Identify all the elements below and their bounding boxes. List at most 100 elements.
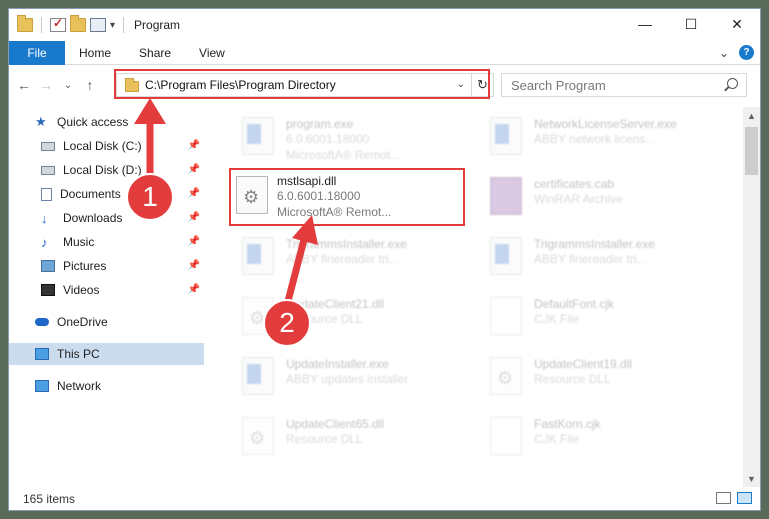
file-description: ABBY finereader tri... <box>286 252 399 266</box>
sidebar-item-local-disk-d[interactable]: Local Disk (D:) 📌 <box>9 159 204 181</box>
file-version: 6.0.6001.18000 <box>286 132 370 146</box>
maximize-button[interactable]: ☐ <box>668 9 714 39</box>
sidebar-item-label: Network <box>57 379 102 393</box>
file-description: Resource DLL <box>534 372 611 386</box>
onedrive-icon <box>35 318 49 326</box>
file-list: program.exe 6.0.6001.18000 MicrosoftA® R… <box>214 107 739 477</box>
file-name: program.exe <box>286 117 354 131</box>
file-description: MicrosoftA® Remot... <box>277 205 392 219</box>
up-button[interactable]: ↑ <box>79 77 101 93</box>
pin-icon[interactable]: 📌 <box>188 164 200 175</box>
pin-icon[interactable]: 📌 <box>188 212 200 223</box>
file-name: UpdateClient65.dll <box>286 417 385 431</box>
file-name: mstlsapi.dll <box>277 174 337 188</box>
address-highlight-box <box>114 69 490 99</box>
minimize-button[interactable]: — <box>622 9 668 39</box>
downloads-icon: ↓ <box>41 210 48 226</box>
documents-icon <box>41 187 52 201</box>
tab-share[interactable]: Share <box>125 46 185 60</box>
file-name: NetworkLicenseServer.exe <box>534 117 677 131</box>
file-name: UpdateInstaller.exe <box>286 357 389 371</box>
tab-file[interactable]: File <box>9 40 65 65</box>
file-name: DefaultFont.cjk <box>534 297 615 311</box>
step-2-badge: 2 <box>263 299 311 347</box>
file-item[interactable]: UpdateClient19.dll Resource DLL <box>472 353 712 409</box>
recent-locations-button[interactable]: ⌄ <box>57 80 79 91</box>
exe-file-icon <box>242 117 274 155</box>
sidebar-item-music[interactable]: ♪ Music 📌 <box>9 231 204 253</box>
status-bar: 165 items <box>9 488 760 510</box>
sidebar-item-label: Videos <box>63 283 100 297</box>
file-item[interactable]: DefaultFont.cjk CJK File <box>472 293 712 349</box>
sidebar-item-label: This PC <box>57 347 100 361</box>
file-item[interactable]: certificates.cab WinRAR Archive <box>472 173 712 229</box>
folder-icon[interactable] <box>17 15 33 32</box>
sidebar-item-onedrive[interactable]: OneDrive <box>9 311 204 333</box>
file-item[interactable]: program.exe 6.0.6001.18000 MicrosoftA® R… <box>224 113 464 169</box>
sidebar-item-label: Quick access <box>57 115 129 129</box>
new-folder-icon[interactable] <box>70 15 86 32</box>
this-pc-icon <box>35 348 49 360</box>
sidebar-item-videos[interactable]: Videos 📌 <box>9 279 204 301</box>
exe-file-icon <box>490 237 522 275</box>
file-item[interactable]: TrigrammsInstaller.exe ABBY finereader t… <box>472 233 712 289</box>
navigation-pane: ★ Quick access Local Disk (C:) 📌 Local D… <box>9 107 204 487</box>
properties-check-icon[interactable] <box>50 16 66 32</box>
pin-icon[interactable]: 📌 <box>188 236 200 247</box>
file-item[interactable]: UpdateClient21.dll Resource DLL <box>224 293 464 349</box>
file-item[interactable]: UpdateClient65.dll Resource DLL <box>224 413 464 469</box>
window-title: Program <box>134 18 181 32</box>
sidebar-item-this-pc[interactable]: This PC <box>9 343 204 365</box>
exe-file-icon <box>490 117 522 155</box>
search-placeholder: Search Program <box>511 77 606 93</box>
sidebar-item-network[interactable]: Network <box>9 375 204 397</box>
highlighted-file-item[interactable]: mstlsapi.dll 6.0.6001.18000 MicrosoftA® … <box>229 168 465 226</box>
tiles-view-icon[interactable] <box>737 492 752 504</box>
dll-file-icon <box>490 357 522 395</box>
vertical-scrollbar[interactable]: ▲ ▼ <box>743 107 760 487</box>
scroll-down-icon[interactable]: ▼ <box>743 470 760 487</box>
dll-file-icon <box>236 176 268 214</box>
sidebar-item-local-disk-c[interactable]: Local Disk (C:) 📌 <box>9 135 204 157</box>
pin-icon[interactable]: 📌 <box>188 284 200 295</box>
forward-button[interactable]: → <box>35 77 57 93</box>
search-input[interactable]: Search Program <box>501 73 747 97</box>
disk-icon <box>41 141 55 151</box>
back-button[interactable]: ← <box>13 77 35 93</box>
videos-icon <box>41 284 55 296</box>
file-description: ABBY network licens... <box>534 132 656 146</box>
details-view-icon[interactable] <box>716 492 731 504</box>
qat-dropdown-icon[interactable]: ▾ <box>110 20 115 31</box>
document-file-icon <box>490 417 522 455</box>
customize-qat-icon[interactable] <box>90 18 106 32</box>
file-item[interactable]: NetworkLicenseServer.exe ABBY network li… <box>472 113 712 169</box>
dll-file-icon <box>242 417 274 455</box>
sidebar-item-label: Local Disk (C:) <box>63 139 142 153</box>
tab-home[interactable]: Home <box>65 46 125 60</box>
pin-icon[interactable]: 📌 <box>188 260 200 271</box>
file-description: Resource DLL <box>286 432 363 446</box>
ribbon-tabs: File Home Share View ⌄ ? <box>9 40 760 65</box>
tab-view[interactable]: View <box>185 46 239 60</box>
sidebar-item-quick-access[interactable]: ★ Quick access <box>9 111 204 133</box>
quick-access-toolbar: ▾ <box>17 15 128 33</box>
scroll-up-icon[interactable]: ▲ <box>743 107 760 124</box>
help-icon[interactable]: ? <box>739 45 754 60</box>
scroll-thumb[interactable] <box>745 127 758 175</box>
sidebar-item-pictures[interactable]: Pictures 📌 <box>9 255 204 277</box>
file-item[interactable]: TrigrammsInstaller.exe ABBY finereader t… <box>224 233 464 289</box>
exe-file-icon <box>242 237 274 275</box>
file-item[interactable]: FastKorn.cjk CJK File <box>472 413 712 469</box>
sidebar-item-label: Documents <box>60 187 121 201</box>
file-item[interactable]: UpdateInstaller.exe ABBY updates install… <box>224 353 464 409</box>
pin-icon[interactable]: 📌 <box>188 188 200 199</box>
music-icon: ♪ <box>41 234 48 250</box>
document-file-icon <box>490 297 522 335</box>
sidebar-item-documents[interactable]: Documents 📌 <box>9 183 204 205</box>
sidebar-item-label: Music <box>63 235 95 249</box>
close-button[interactable]: ✕ <box>714 9 760 39</box>
search-icon[interactable] <box>727 78 738 89</box>
pin-icon[interactable]: 📌 <box>188 140 200 151</box>
expand-ribbon-icon[interactable]: ⌄ <box>719 46 729 60</box>
sidebar-item-downloads[interactable]: ↓ Downloads 📌 <box>9 207 204 229</box>
